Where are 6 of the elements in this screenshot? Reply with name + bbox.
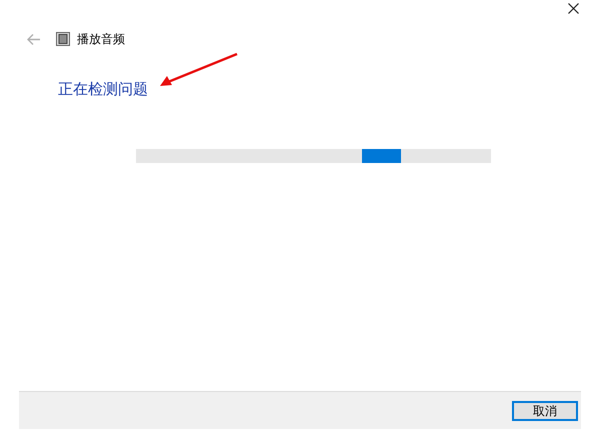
window-title: 播放音频 [77,31,125,48]
progress-block [362,149,401,163]
status-heading: 正在检测问题 [58,80,148,98]
cancel-button[interactable]: 取消 [512,400,578,420]
troubleshooter-icon [56,32,70,46]
close-icon[interactable] [568,3,579,14]
